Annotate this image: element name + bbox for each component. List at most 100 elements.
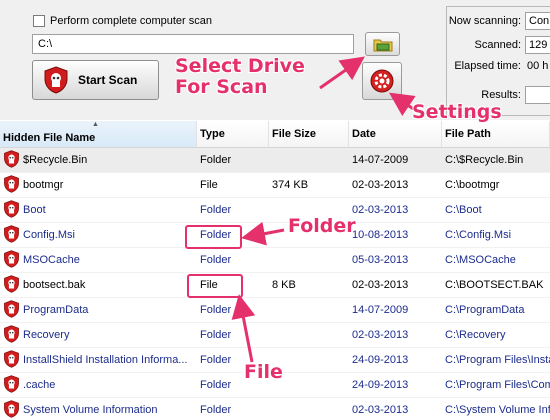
- file-size: 8 KB: [272, 279, 296, 291]
- file-type: Folder: [200, 304, 232, 316]
- file-type: Folder: [200, 404, 232, 416]
- folder-highlight-box: [185, 225, 242, 249]
- column-header-size[interactable]: File Size: [269, 121, 349, 147]
- file-name-cell: bootmgr: [0, 174, 197, 196]
- shield-file-icon: [3, 274, 20, 296]
- file-name-cell: .cache: [0, 374, 197, 396]
- settings-button[interactable]: [362, 62, 402, 100]
- folder-annotation: Folder: [288, 215, 356, 237]
- file-name: Boot: [23, 204, 46, 216]
- file-date: 02-03-2013: [352, 204, 409, 216]
- file-type: File: [200, 179, 218, 191]
- file-name: Recovery: [23, 329, 70, 341]
- start-scan-button[interactable]: Start Scan: [32, 60, 159, 100]
- select-drive-annotation: Select Drive For Scan: [175, 55, 305, 98]
- file-annotation: File: [244, 361, 283, 383]
- shield-file-icon: [3, 149, 20, 171]
- file-name: Config.Msi: [23, 229, 75, 241]
- elapsed-time-label: Elapsed time:: [454, 60, 521, 72]
- shield-file-icon: [3, 174, 20, 196]
- file-name: bootsect.bak: [23, 279, 86, 291]
- file-date: 02-03-2013: [352, 329, 409, 341]
- file-path: C:\Program Files\Comr: [445, 379, 550, 391]
- now-scanning-value: Con: [525, 12, 550, 30]
- file-path: C:\bootmgr: [445, 179, 500, 191]
- now-scanning-label: Now scanning:: [448, 15, 521, 27]
- results-value: [525, 86, 550, 104]
- file-type: Folder: [200, 204, 232, 216]
- table-row[interactable]: MSOCache Folder 05-03-2013 C:\MSOCache: [0, 248, 550, 273]
- shield-file-icon: [3, 224, 20, 246]
- file-path: C:\Recovery: [445, 329, 506, 341]
- file-date: 10-08-2013: [352, 229, 409, 241]
- file-path: C:\Boot: [445, 204, 482, 216]
- file-date: 02-03-2013: [352, 179, 409, 191]
- file-name-cell: Config.Msi: [0, 224, 197, 246]
- file-path: C:\BOOTSECT.BAK: [445, 279, 544, 291]
- column-header-type[interactable]: Type: [197, 121, 269, 147]
- file-name-cell: InstallShield Installation Informa...: [0, 349, 197, 371]
- file-name: bootmgr: [23, 179, 64, 191]
- file-type: Folder: [200, 329, 232, 341]
- file-path: C:\Program Files\Insta: [445, 354, 550, 366]
- table-row[interactable]: bootmgr File 374 KB 02-03-2013 C:\bootmgr: [0, 173, 550, 198]
- table-row[interactable]: System Volume Information Folder 02-03-201…: [0, 398, 550, 420]
- folder-drive-icon: [373, 39, 392, 52]
- file-type: Folder: [200, 154, 232, 166]
- file-name-cell: System Volume Information: [0, 399, 197, 420]
- file-date: 24-09-2013: [352, 379, 409, 391]
- file-name: System Volume Information: [23, 404, 158, 416]
- complete-scan-checkbox[interactable]: [33, 15, 45, 27]
- file-name-cell: $Recycle.Bin: [0, 149, 197, 171]
- table-row[interactable]: Boot Folder 02-03-2013 C:\Boot: [0, 198, 550, 223]
- file-date: 02-03-2013: [352, 279, 409, 291]
- shield-scanner-icon: [44, 66, 68, 94]
- file-date: 14-07-2009: [352, 154, 409, 166]
- shield-file-icon: [3, 374, 20, 396]
- file-name: ProgramData: [23, 304, 89, 316]
- table-header: ▲ Hidden File Name Type File Size Date F…: [0, 121, 550, 148]
- column-header-name[interactable]: ▲ Hidden File Name: [0, 121, 197, 147]
- shield-file-icon: [3, 399, 20, 420]
- shield-file-icon: [3, 249, 20, 271]
- file-date: 24-09-2013: [352, 354, 409, 366]
- sort-ascending-icon: ▲: [92, 121, 99, 128]
- file-date: 05-03-2013: [352, 254, 409, 266]
- complete-scan-label: Perform complete computer scan: [50, 15, 213, 27]
- file-path: C:\ProgramData: [445, 304, 525, 316]
- file-date: 02-03-2013: [352, 404, 409, 416]
- scan-status-panel: Now scanning: Con Scanned: 129 Elapsed t…: [446, 6, 550, 116]
- browse-drive-button[interactable]: [365, 32, 400, 56]
- table-row[interactable]: Recovery Folder 02-03-2013 C:\Recovery: [0, 323, 550, 348]
- column-header-date[interactable]: Date: [349, 121, 442, 147]
- file-name: .cache: [23, 379, 56, 391]
- table-row[interactable]: Config.Msi Folder 10-08-2013 C:\Config.Msi: [0, 223, 550, 248]
- file-name-cell: ProgramData: [0, 299, 197, 321]
- table-row[interactable]: $Recycle.Bin Folder 14-07-2009 C:\$Recycle.…: [0, 148, 550, 173]
- complete-scan-option[interactable]: Perform complete computer scan: [33, 15, 212, 27]
- scanned-value: 129: [525, 36, 550, 54]
- file-name: $Recycle.Bin: [23, 154, 88, 166]
- file-name-cell: Recovery: [0, 324, 197, 346]
- file-type: Folder: [200, 254, 232, 266]
- file-date: 14-07-2009: [352, 304, 409, 316]
- drive-path-input[interactable]: [32, 34, 354, 54]
- file-name-cell: bootsect.bak: [0, 274, 197, 296]
- shield-file-icon: [3, 199, 20, 221]
- shield-file-icon: [3, 349, 20, 371]
- file-path: C:\Config.Msi: [445, 229, 512, 241]
- file-path: C:\$Recycle.Bin: [445, 154, 524, 166]
- start-scan-label: Start Scan: [78, 73, 138, 87]
- file-highlight-box: [187, 274, 243, 298]
- settings-annotation: Settings: [412, 101, 502, 123]
- results-label: Results:: [481, 89, 521, 101]
- scanned-label: Scanned:: [474, 39, 521, 51]
- table-row[interactable]: bootsect.bak File 8 KB 02-03-2013 C:\BOOTSEC…: [0, 273, 550, 298]
- table-row[interactable]: ProgramData Folder 14-07-2009 C:\ProgramDat…: [0, 298, 550, 323]
- shield-file-icon: [3, 299, 20, 321]
- column-header-path[interactable]: File Path: [442, 121, 550, 147]
- gear-settings-icon: [370, 69, 394, 93]
- file-name-cell: Boot: [0, 199, 197, 221]
- file-name: MSOCache: [23, 254, 80, 266]
- shield-file-icon: [3, 324, 20, 346]
